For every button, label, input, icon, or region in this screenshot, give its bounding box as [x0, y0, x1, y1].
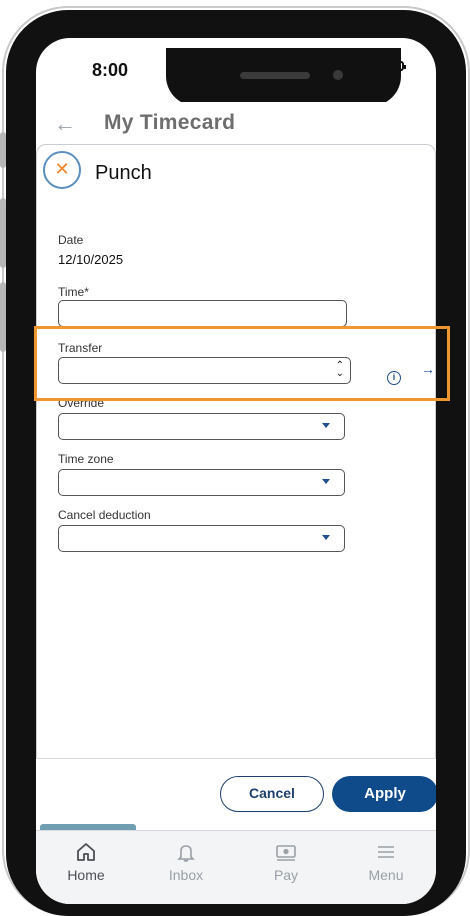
time-input[interactable] — [58, 300, 347, 327]
tab-home[interactable]: Home — [36, 831, 136, 904]
app-stage: 8:00 ← My Timecard ✕ Punch Date 12/10/20 — [0, 0, 470, 916]
bell-icon — [136, 841, 236, 863]
menu-icon — [336, 841, 436, 863]
dropdown-caret-icon — [322, 423, 330, 428]
cancel-deduction-label: Cancel deduction — [58, 508, 151, 522]
back-arrow-icon[interactable]: ← — [54, 111, 76, 137]
dialog-actions: Cancel Apply — [36, 758, 436, 830]
bottom-tab-bar: Home Inbox Pay Menu — [36, 830, 436, 904]
notch-speaker — [240, 72, 310, 79]
tab-inbox-label: Inbox — [168, 867, 204, 883]
page-title: My Timecard — [104, 111, 236, 134]
cancel-deduction-select[interactable] — [58, 525, 345, 552]
tab-pay[interactable]: Pay — [236, 831, 336, 904]
close-icon[interactable]: ✕ — [43, 151, 81, 189]
money-icon — [236, 841, 336, 863]
tab-home-label: Home — [67, 867, 105, 883]
time-zone-select[interactable] — [58, 469, 345, 496]
dialog-title: Punch — [95, 162, 152, 184]
status-time: 8:00 — [92, 60, 129, 80]
notch-camera — [333, 70, 343, 80]
override-select[interactable] — [58, 413, 345, 440]
time-label: Time* — [58, 285, 89, 299]
date-value: 12/10/2025 — [58, 252, 124, 267]
cancel-button[interactable]: Cancel — [220, 776, 324, 812]
phone-screen: 8:00 ← My Timecard ✕ Punch Date 12/10/20 — [36, 38, 436, 904]
tab-menu[interactable]: Menu — [336, 831, 436, 904]
tab-pay-label: Pay — [273, 867, 299, 883]
punch-dialog: ✕ Punch Date 12/10/2025 Time* Transfer ⌃… — [36, 144, 436, 830]
phone-notch — [166, 48, 401, 106]
dropdown-caret-icon — [322, 479, 330, 484]
tab-inbox[interactable]: Inbox — [136, 831, 236, 904]
transfer-highlight-box — [34, 326, 450, 401]
apply-button[interactable]: Apply — [332, 776, 436, 812]
tab-menu-label: Menu — [368, 867, 404, 883]
date-label: Date — [58, 233, 84, 247]
page-header: ← My Timecard — [36, 102, 436, 144]
time-zone-label: Time zone — [58, 452, 114, 466]
dropdown-caret-icon — [322, 535, 330, 540]
home-icon — [36, 841, 136, 863]
